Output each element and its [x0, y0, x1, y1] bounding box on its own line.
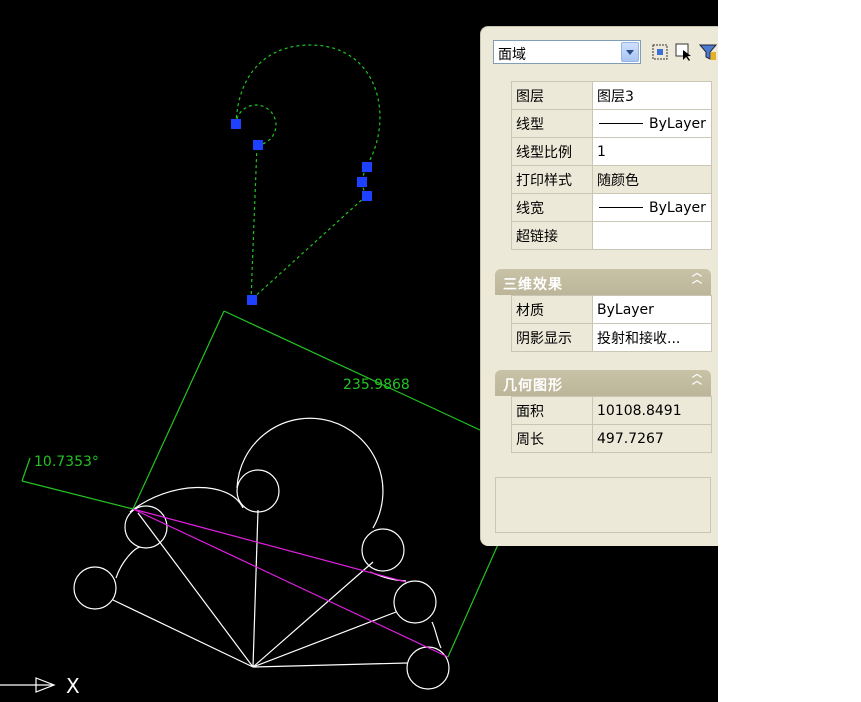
property-key: 线型	[511, 109, 593, 138]
fan-line	[252, 509, 259, 668]
fan-line	[112, 599, 254, 668]
collapse-chevron-icon[interactable]: ︿ ︿	[692, 370, 703, 387]
general-properties-table: 图层 图层3 线型 ByLayer 线型比例 1 打印样式 随颜色 线宽 ByL…	[511, 81, 712, 250]
linetype-sample	[599, 123, 643, 124]
selected-region-outline[interactable]	[235, 44, 381, 301]
property-key: 超链接	[511, 221, 593, 250]
top-left-arc	[129, 486, 244, 513]
property-row-layer[interactable]: 图层 图层3	[511, 81, 712, 110]
geometry-properties-table: 面积 10108.8491 周长 497.7267	[511, 396, 712, 453]
section-title: 几何图形	[503, 378, 563, 394]
grip-handle	[247, 295, 257, 305]
section-header-geometry[interactable]: 几何图形 ︿ ︿	[495, 370, 711, 396]
property-row-lineweight[interactable]: 线宽 ByLayer	[511, 193, 712, 222]
property-value-lineweight[interactable]: ByLayer	[592, 193, 712, 222]
description-area	[495, 477, 711, 533]
filter-icon[interactable]	[698, 42, 718, 62]
property-key: 线宽	[511, 193, 593, 222]
properties-palette: 面域 图层 图层3 线型 ByLayer 线型比例 1 打印样式 随颜色 线宽 …	[480, 26, 718, 546]
property-row-linetype[interactable]: 线型 ByLayer	[511, 109, 712, 138]
chevron-down-icon[interactable]	[621, 42, 639, 62]
property-value[interactable]: 投射和接收...	[592, 323, 712, 352]
grips[interactable]	[231, 119, 372, 305]
circle-right-upper	[361, 528, 405, 572]
property-key: 打印样式	[511, 165, 593, 194]
property-row-perimeter[interactable]: 周长 497.7267	[511, 424, 712, 453]
property-row-linetype-scale[interactable]: 线型比例 1	[511, 137, 712, 166]
circle-right-lower	[406, 646, 450, 690]
property-row-shadow[interactable]: 阴影显示 投射和接收...	[511, 323, 712, 352]
property-key: 线型比例	[511, 137, 593, 166]
property-row-plot-style[interactable]: 打印样式 随颜色	[511, 165, 712, 194]
circle-right-middle	[393, 580, 437, 624]
circle-top	[236, 469, 280, 513]
property-value[interactable]: 1	[592, 137, 712, 166]
property-key: 图层	[511, 81, 593, 110]
property-key: 周长	[511, 424, 593, 453]
property-row-area[interactable]: 面积 10108.8491	[511, 396, 712, 425]
linetype-value: ByLayer	[649, 115, 706, 132]
right-lower-connector	[431, 621, 442, 649]
object-type-dropdown[interactable]: 面域	[493, 40, 641, 64]
property-value: 随颜色	[592, 165, 712, 194]
grip-handle	[253, 140, 263, 150]
lineweight-sample	[599, 207, 643, 208]
grip-handle	[357, 177, 367, 187]
dimension-length-text: 235.9868	[343, 377, 410, 393]
section-title: 三维效果	[503, 277, 563, 293]
grip-handle	[231, 119, 241, 129]
quick-select-icon[interactable]	[650, 42, 670, 62]
fan-line	[252, 611, 397, 668]
property-value: 497.7267	[592, 424, 712, 453]
circle-left-lower	[73, 566, 117, 610]
3d-properties-table: 材质 ByLayer 阴影显示 投射和接收...	[511, 295, 712, 352]
grip-handle	[362, 191, 372, 201]
lineweight-value: ByLayer	[649, 199, 706, 216]
property-key: 面积	[511, 396, 593, 425]
object-type-value: 面域	[498, 47, 526, 63]
collapse-chevron-icon[interactable]: ︿ ︿	[692, 269, 703, 286]
select-objects-icon[interactable]	[674, 42, 694, 62]
dimension-angle-text: 10.7353°	[34, 454, 99, 470]
property-row-hyperlink[interactable]: 超链接	[511, 221, 712, 250]
ucs-x-label: X	[66, 674, 80, 698]
ucs-icon	[0, 677, 56, 693]
fan-line	[252, 561, 374, 668]
property-value-linetype[interactable]: ByLayer	[592, 109, 712, 138]
property-row-material[interactable]: 材质 ByLayer	[511, 295, 712, 324]
property-value: 10108.8491	[592, 396, 712, 425]
property-value[interactable]: ByLayer	[592, 295, 712, 324]
property-key: 材质	[511, 295, 593, 324]
grip-handle	[362, 162, 372, 172]
left-connector-arc	[115, 546, 141, 579]
property-value[interactable]	[592, 221, 712, 250]
property-value[interactable]: 图层3	[592, 81, 712, 110]
property-key: 阴影显示	[511, 323, 593, 352]
section-header-3d[interactable]: 三维效果 ︿ ︿	[495, 269, 711, 295]
fan-line	[252, 662, 408, 668]
dimension-aligned[interactable]	[21, 310, 501, 658]
region-geometry[interactable]	[73, 417, 450, 690]
